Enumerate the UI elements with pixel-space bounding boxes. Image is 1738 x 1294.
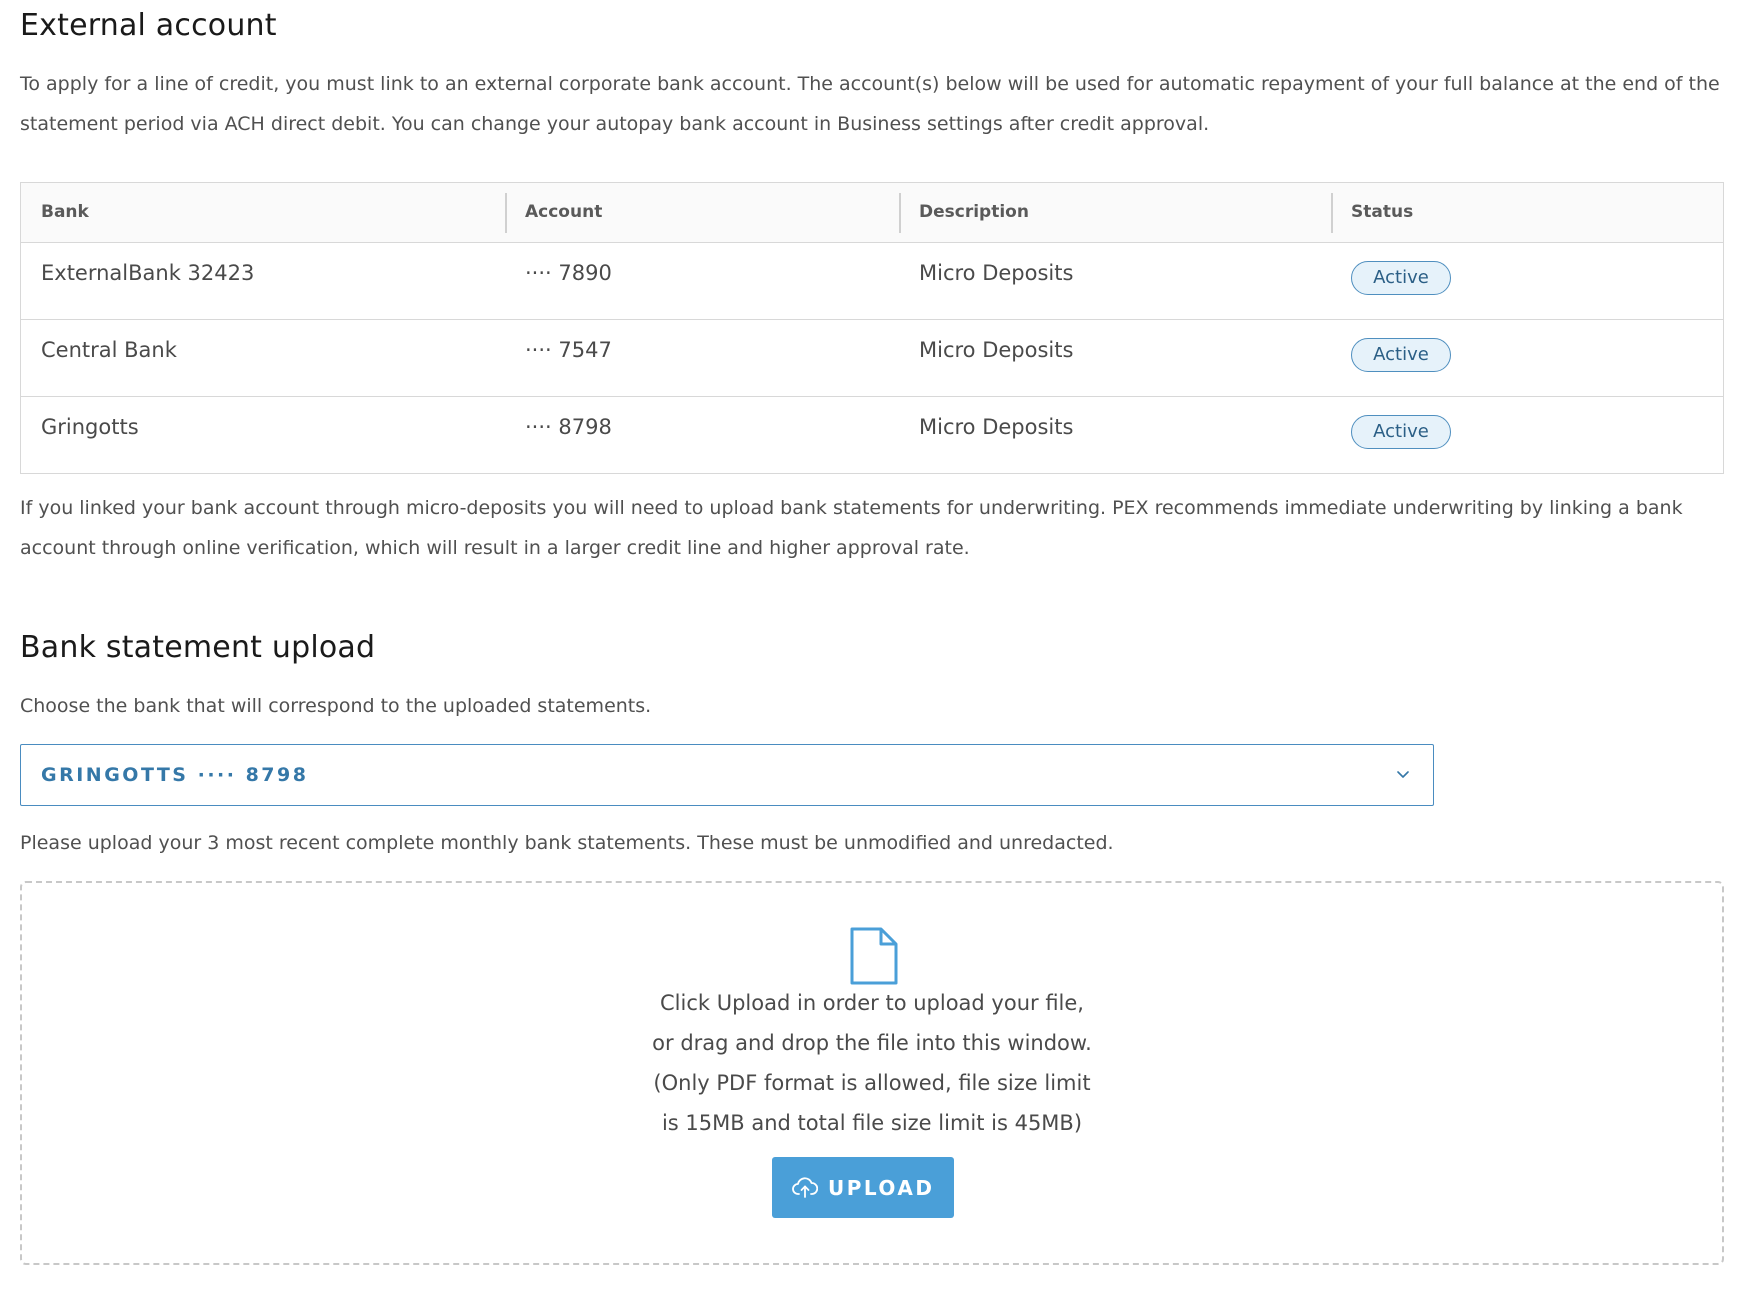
status-badge: Active [1351,415,1451,449]
cell-description: Micro Deposits [919,415,1074,439]
cell-bank: Gringotts [41,415,139,439]
table-row[interactable]: Central Bank ···· 7547 Micro Deposits Ac… [21,320,1723,397]
column-header-bank[interactable]: Bank [21,183,505,242]
bank-accounts-table: Bank Account Description Status External… [20,182,1724,474]
column-header-account[interactable]: Account [505,183,899,242]
drop-instruction-line: is 15MB and total file size limit is 45M… [661,1111,1083,1135]
drop-instruction-line: or drag and drop the file into this wind… [652,1031,1092,1055]
cell-account: ···· 8798 [525,415,612,439]
chevron-down-icon [1397,771,1409,778]
status-badge: Active [1351,338,1451,372]
bank-select-dropdown[interactable]: GRINGOTTS ···· 8798 [20,744,1434,806]
micro-deposits-note: If you linked your bank account through … [20,497,1683,559]
upload-button[interactable]: UPLOAD [772,1157,954,1218]
upload-requirements-text: Please upload your 3 most recent complet… [20,832,1114,854]
table-row[interactable]: ExternalBank 32423 ···· 7890 Micro Depos… [21,243,1723,320]
drop-instructions: Click Upload in order to upload your fil… [22,983,1722,1143]
column-header-description[interactable]: Description [899,183,1331,242]
file-drop-zone[interactable]: Click Upload in order to upload your fil… [20,881,1724,1265]
cell-account: ···· 7547 [525,338,612,362]
column-header-status[interactable]: Status [1331,183,1723,242]
drop-instruction-line: Click Upload in order to upload your fil… [660,991,1084,1015]
drop-instruction-line: (Only PDF format is allowed, file size l… [653,1071,1091,1095]
cell-description: Micro Deposits [919,261,1074,285]
cloud-upload-icon [792,1176,818,1198]
external-account-intro: To apply for a line of credit, you must … [20,73,1720,135]
cell-bank: Central Bank [41,338,177,362]
file-icon [850,927,898,985]
table-row[interactable]: Gringotts ···· 8798 Micro Deposits Activ… [21,397,1723,474]
cell-bank: ExternalBank 32423 [41,261,255,285]
status-badge: Active [1351,261,1451,295]
choose-bank-instruction: Choose the bank that will correspond to … [20,695,652,717]
table-header: Bank Account Description Status [21,183,1723,243]
cell-account: ···· 7890 [525,261,612,285]
upload-button-label: UPLOAD [828,1175,935,1200]
bank-statement-upload-heading: Bank statement upload [20,630,376,665]
cell-description: Micro Deposits [919,338,1074,362]
upload-button-content: UPLOAD [792,1157,934,1218]
external-account-heading: External account [20,8,277,43]
selected-bank-value: GRINGOTTS ···· 8798 [41,764,309,786]
